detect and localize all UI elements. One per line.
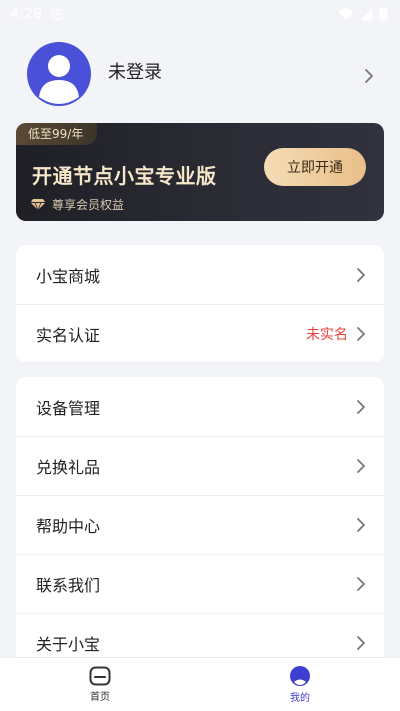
wifi-icon: [338, 8, 354, 20]
tab-home[interactable]: 首页: [0, 658, 200, 711]
notification-icon: A: [52, 8, 64, 20]
chevron-right-icon: [357, 459, 365, 473]
chevron-right-icon: [357, 636, 365, 650]
menu-item-device-management[interactable]: 设备管理: [16, 377, 384, 436]
avatar[interactable]: [27, 42, 91, 106]
chevron-right-icon: [357, 518, 365, 532]
battery-icon: [379, 7, 388, 21]
menu-card-primary: 小宝商城 实名认证 未实名: [16, 245, 384, 362]
menu-card-secondary: 设备管理 兑换礼品 帮助中心 联系我们 关于小宝: [16, 377, 384, 677]
menu-item-help-center[interactable]: 帮助中心: [16, 495, 384, 554]
verification-status: 未实名: [306, 327, 348, 343]
menu-item-store[interactable]: 小宝商城: [16, 245, 384, 304]
menu-item-contact-us[interactable]: 联系我们: [16, 554, 384, 613]
menu-item-label: 帮助中心: [36, 517, 101, 536]
vip-price-tag: 低至99/年: [16, 123, 98, 145]
diamond-icon: [30, 199, 46, 211]
vip-benefit: 尊享会员权益: [30, 196, 124, 213]
default-avatar-icon: [39, 55, 79, 104]
menu-item-label: 兑换礼品: [36, 458, 101, 477]
menu-item-label: 关于小宝: [36, 635, 101, 654]
tab-mine[interactable]: 我的: [200, 658, 400, 711]
status-time: 4:28: [10, 6, 43, 22]
tab-home-label: 首页: [90, 692, 110, 703]
notification-glyph: A: [55, 9, 61, 18]
tab-mine-label: 我的: [290, 693, 310, 704]
menu-item-redeem-gifts[interactable]: 兑换礼品: [16, 436, 384, 495]
menu-item-label: 实名认证: [36, 326, 101, 345]
vip-banner[interactable]: 低至99/年 开通节点小宝专业版 立即开通 尊享会员权益: [16, 123, 384, 221]
profile-header[interactable]: 未登录: [0, 38, 400, 112]
vip-benefit-label: 尊享会员权益: [52, 198, 125, 212]
chevron-right-icon: [357, 399, 365, 414]
vip-title: 开通节点小宝专业版: [32, 164, 217, 188]
menu-item-label: 联系我们: [36, 576, 101, 595]
status-bar: 4:28 A: [0, 0, 400, 28]
menu-item-label: 小宝商城: [36, 266, 101, 286]
status-right: [338, 7, 388, 21]
chevron-right-icon: [357, 267, 365, 282]
chevron-right-icon: [357, 327, 365, 341]
chevron-right-icon: [357, 577, 365, 591]
menu-item-verification[interactable]: 实名认证 未实名: [16, 304, 384, 362]
signal-icon: [360, 8, 373, 20]
home-icon: [89, 666, 111, 686]
vip-activate-button[interactable]: 立即开通: [264, 148, 366, 186]
chevron-right-icon: [365, 69, 373, 83]
profile-icon: [290, 666, 310, 686]
bottom-tab-bar: 首页 我的: [0, 657, 400, 711]
menu-item-label: 设备管理: [36, 398, 101, 418]
status-left: 4:28 A: [10, 6, 64, 22]
username[interactable]: 未登录: [108, 58, 162, 84]
